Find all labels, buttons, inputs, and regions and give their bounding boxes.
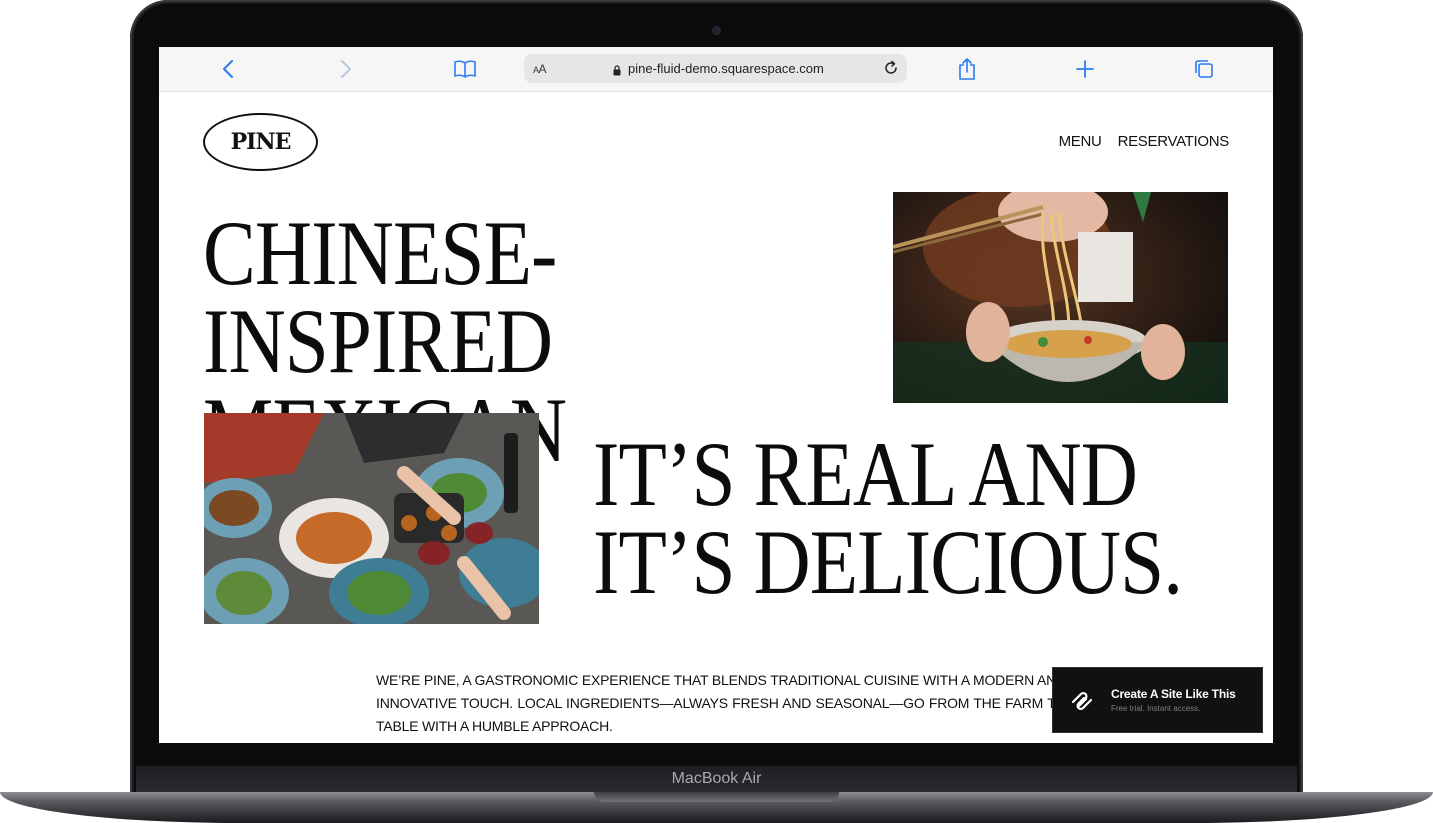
badge-subtitle: Free trial. Instant access. bbox=[1111, 704, 1201, 713]
address-bar[interactable]: AA pine-fluid-demo.squarespace.com bbox=[524, 54, 907, 83]
new-tab-icon[interactable] bbox=[1072, 56, 1098, 82]
url-text: pine-fluid-demo.squarespace.com bbox=[628, 61, 824, 76]
browser-toolbar: AA pine-fluid-demo.squarespace.com bbox=[159, 47, 1273, 92]
lock-icon bbox=[613, 63, 621, 81]
site-nav: MENU RESERVATIONS bbox=[1059, 133, 1230, 150]
laptop-notch bbox=[594, 792, 839, 802]
back-icon[interactable] bbox=[215, 56, 241, 82]
bookmarks-icon[interactable] bbox=[452, 56, 478, 82]
share-icon[interactable] bbox=[954, 56, 980, 82]
hero-photo-noodles bbox=[893, 192, 1228, 403]
create-site-badge[interactable]: Create A Site Like This Free trial. Inst… bbox=[1052, 667, 1263, 733]
device-label: MacBook Air bbox=[671, 770, 762, 787]
secondary-headline: It’s Real and It’s Delicious. bbox=[593, 423, 1183, 614]
text-size-button[interactable]: AA bbox=[533, 62, 547, 76]
nav-reservations-link[interactable]: RESERVATIONS bbox=[1118, 133, 1230, 150]
tabs-overview-icon[interactable] bbox=[1191, 56, 1217, 82]
intro-paragraph: We’re Pine, a gastronomic experience tha… bbox=[376, 672, 1066, 734]
forward-icon[interactable] bbox=[333, 56, 359, 82]
dinner-table-photo bbox=[204, 413, 539, 624]
squarespace-logo-icon bbox=[1070, 690, 1094, 717]
badge-title: Create A Site Like This bbox=[1111, 687, 1236, 701]
screen: AA pine-fluid-demo.squarespace.com PINE … bbox=[159, 47, 1273, 743]
camera bbox=[713, 27, 720, 34]
site-logo[interactable]: PINE bbox=[203, 113, 318, 171]
nav-menu-link[interactable]: MENU bbox=[1059, 133, 1102, 150]
reload-icon[interactable] bbox=[883, 60, 899, 81]
